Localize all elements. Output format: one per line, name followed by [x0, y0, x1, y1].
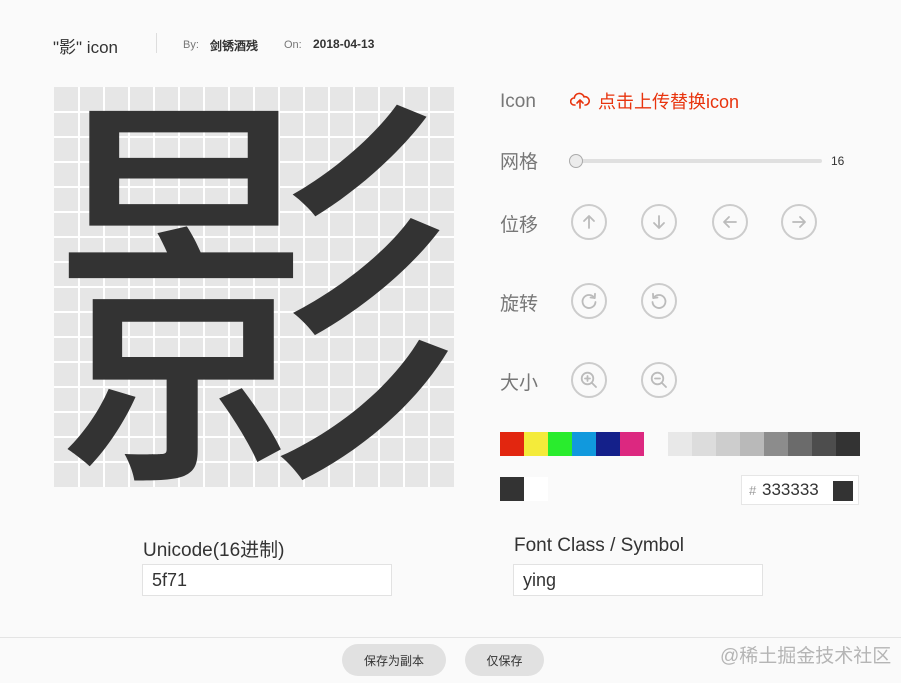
gray-swatch-3[interactable]	[716, 432, 740, 456]
glyph-preview: 影	[54, 87, 454, 487]
rotate-clockwise-button[interactable]	[571, 283, 607, 319]
rotate-clockwise-icon	[581, 292, 597, 309]
gray-swatch-1[interactable]	[668, 432, 692, 456]
zoom-out-button[interactable]	[641, 362, 677, 398]
rotate-counterclockwise-button[interactable]	[641, 283, 677, 319]
hex-color-input-box: #	[741, 475, 859, 505]
color-swatch-6[interactable]	[620, 432, 644, 456]
unicode-label: Unicode(16进制)	[143, 540, 285, 561]
gray-swatch-5[interactable]	[764, 432, 788, 456]
gray-swatch-8[interactable]	[836, 432, 860, 456]
secondary-color-swatch[interactable]	[524, 477, 548, 501]
hex-color-input[interactable]	[762, 480, 828, 500]
author-name: 剑锈酒残	[210, 39, 259, 53]
zoom-out-icon	[650, 371, 667, 388]
rotate-row-label: 旋转	[500, 294, 539, 315]
date-value: 2018-04-13	[313, 37, 375, 51]
move-left-button[interactable]	[712, 204, 748, 240]
grid-size-slider[interactable]	[569, 153, 822, 169]
arrow-right-icon	[792, 216, 806, 228]
glyph-text: 影	[54, 87, 454, 487]
zoom-in-icon	[580, 371, 597, 388]
upload-replace-icon-link[interactable]: 点击上传替换icon	[570, 89, 739, 113]
move-right-button[interactable]	[781, 204, 817, 240]
cloud-upload-icon	[570, 92, 590, 109]
color-swatch-1[interactable]	[500, 432, 524, 456]
author-label: By:	[183, 39, 199, 51]
gray-swatch-4[interactable]	[740, 432, 764, 456]
watermark-text: @稀土掘金技术社区	[720, 646, 892, 667]
grid-size-value: 16	[831, 154, 845, 168]
icon-title: "影" icon	[53, 38, 118, 57]
hex-hash-symbol: #	[749, 483, 757, 498]
save-as-copy-button[interactable]: 保存为副本	[342, 644, 446, 676]
rotate-counterclockwise-icon	[651, 292, 667, 309]
arrow-up-icon	[583, 215, 595, 229]
gray-swatch-6[interactable]	[788, 432, 812, 456]
icon-row-label: Icon	[500, 91, 536, 112]
arrow-left-icon	[723, 216, 737, 228]
save-only-button[interactable]: 仅保存	[465, 644, 544, 676]
hex-color-preview	[833, 481, 853, 501]
move-down-button[interactable]	[641, 204, 677, 240]
gray-swatch-7[interactable]	[812, 432, 836, 456]
slider-thumb[interactable]	[569, 154, 583, 168]
color-swatch-5[interactable]	[596, 432, 620, 456]
header-divider	[156, 33, 157, 53]
zoom-in-button[interactable]	[571, 362, 607, 398]
gray-swatch-2[interactable]	[692, 432, 716, 456]
move-up-button[interactable]	[571, 204, 607, 240]
color-swatch-4[interactable]	[572, 432, 596, 456]
unicode-input[interactable]	[142, 564, 392, 596]
icon-preview-canvas: 影	[54, 87, 454, 487]
upload-label: 点击上传替换icon	[598, 92, 740, 112]
footer-divider	[0, 637, 901, 638]
size-row-label: 大小	[500, 373, 539, 394]
date-label: On:	[284, 39, 302, 51]
slider-track	[570, 159, 822, 163]
page-header: "影" icon By: 剑锈酒残 On: 2018-04-13	[0, 0, 901, 88]
font-class-input[interactable]	[513, 564, 763, 596]
color-swatch-2[interactable]	[524, 432, 548, 456]
grid-row-label: 网格	[500, 152, 539, 173]
arrow-down-icon	[653, 215, 665, 229]
move-row-label: 位移	[500, 215, 539, 236]
color-swatch-3[interactable]	[548, 432, 572, 456]
font-class-label: Font Class / Symbol	[514, 535, 684, 556]
current-color-swatch[interactable]	[500, 477, 524, 501]
